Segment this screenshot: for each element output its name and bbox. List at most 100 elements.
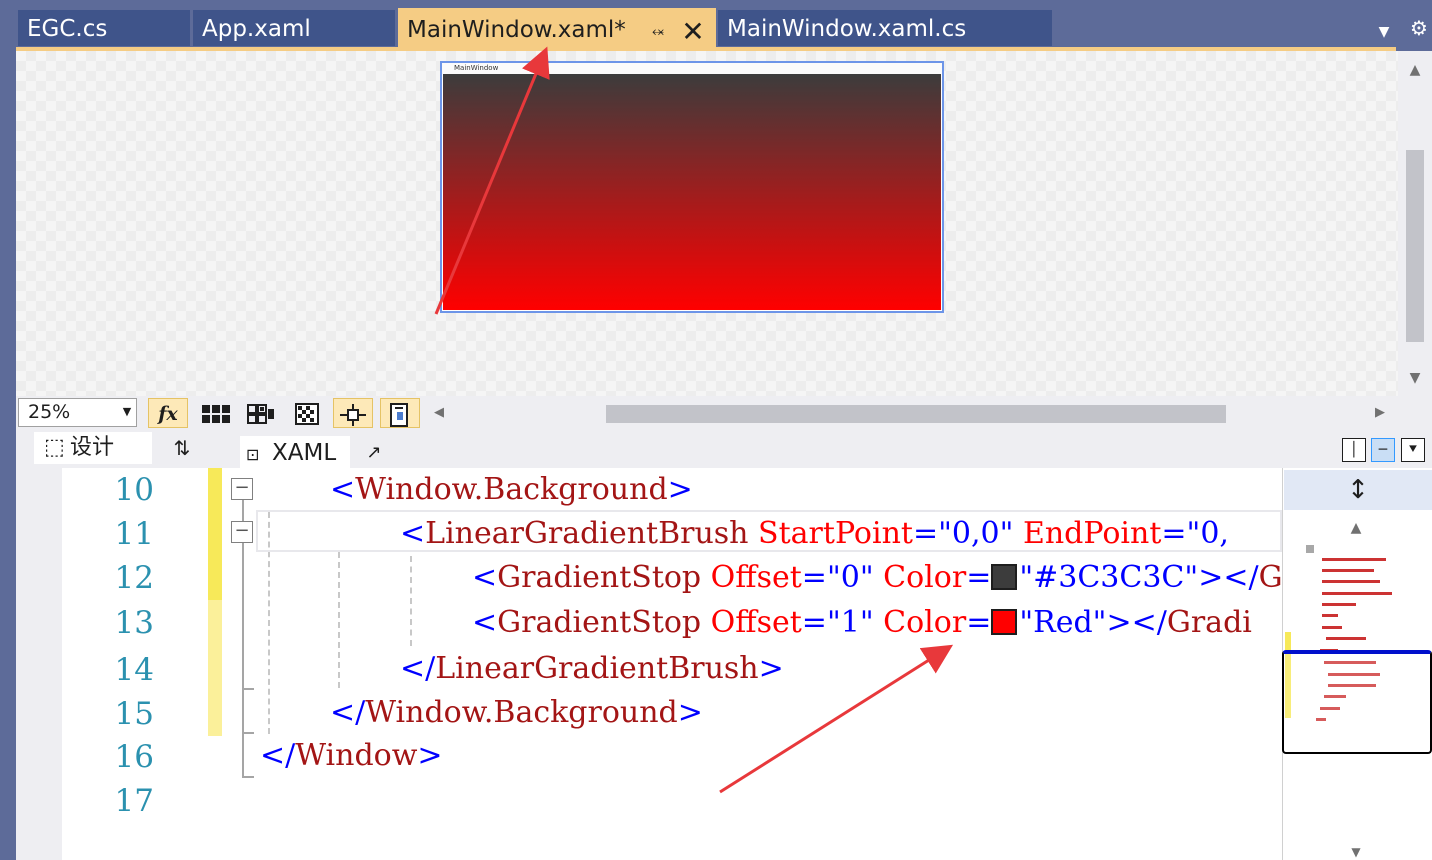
tab-mainwindow-xaml-cs[interactable]: MainWindow.xaml.cs [718, 10, 1052, 46]
pin-icon[interactable]: ⬾ [648, 19, 668, 43]
outline-end-tick [242, 776, 254, 778]
scroll-down-icon[interactable]: ▼ [1344, 845, 1368, 859]
tab-app-xaml[interactable]: App.xaml [193, 10, 395, 46]
collapse-icon[interactable]: − [231, 521, 253, 543]
minimap-marker [1306, 545, 1314, 553]
line-number: 12 [114, 560, 154, 596]
scroll-up-icon[interactable]: ▲ [1404, 60, 1426, 80]
attribute-value: "0" [826, 560, 874, 595]
element-name: Window [295, 738, 418, 773]
bracket: ></ [1106, 605, 1167, 640]
outline-end-tick [242, 688, 254, 690]
equals: = [1161, 516, 1187, 551]
scroll-down-icon[interactable]: ▼ [1404, 368, 1426, 388]
swap-panes-icon[interactable]: ⇅ [168, 434, 196, 462]
equals: = [912, 516, 939, 551]
preview-window-titlebar [442, 63, 942, 74]
attribute-value: "0, [1186, 516, 1229, 551]
attribute-name: StartPoint [748, 516, 913, 551]
changed-lines-marker [208, 468, 222, 600]
attribute-name: Offset [701, 605, 802, 640]
close-icon[interactable]: ✕ [680, 18, 706, 46]
scroll-left-icon[interactable]: ◀ [432, 403, 446, 423]
bracket: > [677, 695, 703, 730]
artboard-icon[interactable] [287, 398, 327, 428]
bracket: </ [400, 651, 436, 686]
preview-window-gradient-background [443, 74, 941, 310]
bracket: < [330, 472, 356, 507]
bracket: > [667, 472, 693, 507]
minimap-line [1322, 580, 1380, 583]
collapse-icon[interactable]: − [231, 478, 253, 500]
minimap-line [1322, 592, 1392, 595]
scroll-up-icon[interactable]: ▲ [1344, 518, 1368, 538]
tab-label: App.xaml [202, 16, 311, 42]
tab-egc-cs[interactable]: EGC.cs [18, 10, 190, 46]
designer-horizontal-scroll-thumb[interactable] [606, 405, 1226, 423]
color-swatch[interactable] [991, 564, 1018, 590]
design-view-icon: ⬚ [44, 435, 65, 460]
element-name: Window.Background [355, 472, 668, 507]
bracket: </ [330, 695, 366, 730]
split-handle-icon[interactable]: ↕ [1284, 470, 1432, 510]
tab-overflow-dropdown-icon[interactable]: ▼ [1374, 22, 1394, 42]
gear-icon[interactable]: ⚙ [1408, 16, 1430, 40]
element-name: Gradi [1166, 605, 1252, 640]
outline-end-tick [242, 732, 254, 734]
attribute-name: EndPoint [1013, 516, 1162, 551]
tab-design[interactable]: ⬚ 设计 [34, 432, 152, 464]
minimap-line [1322, 569, 1374, 572]
tab-label: MainWindow.xaml* [407, 17, 626, 43]
equals: = [801, 560, 827, 595]
bracket: </ [262, 738, 296, 773]
grid-icon[interactable] [196, 398, 236, 428]
line-number: 14 [114, 652, 154, 688]
xaml-tab-label: XAML [272, 440, 337, 466]
device-icon[interactable] [380, 398, 420, 428]
element-name: GradientStop [497, 605, 702, 640]
line-number: 16 [114, 739, 154, 775]
horizontal-split-icon[interactable]: ─ [1371, 438, 1395, 462]
line-number: 13 [114, 605, 154, 641]
popout-icon[interactable]: ↗ [362, 441, 386, 465]
attribute-value: "0,0" [938, 516, 1014, 551]
minimap-viewport[interactable] [1282, 650, 1432, 754]
attribute-value: "Red" [1019, 605, 1107, 640]
code-line-16: </Window> [262, 734, 443, 778]
line-number: 11 [114, 516, 154, 552]
bracket: < [472, 560, 498, 595]
color-swatch[interactable] [991, 609, 1018, 635]
designer-vertical-scroll-thumb[interactable] [1406, 150, 1424, 342]
code-line-12: <GradientStop Offset="0" Color= "#3C3C3C"… [472, 556, 1282, 600]
zoom-value: 25% [28, 401, 71, 423]
equals: = [966, 560, 992, 595]
bracket: ></ [1198, 560, 1259, 595]
code-line-10: <Window.Background> [330, 468, 693, 512]
vertical-split-icon[interactable]: │ [1342, 438, 1366, 462]
minimap-line [1322, 614, 1338, 617]
collapse-pane-icon[interactable]: ⯆ [1401, 438, 1425, 462]
element-name: LinearGradientBrush [425, 516, 749, 551]
fx-icon[interactable]: fx [148, 398, 188, 428]
tab-mainwindow-xaml[interactable]: MainWindow.xaml* [398, 8, 716, 50]
chevron-down-icon[interactable]: ▼ [120, 398, 134, 426]
snap-grid-icon[interactable] [241, 398, 281, 428]
bracket: > [417, 738, 443, 773]
code-line-15: </Window.Background> [330, 691, 703, 735]
xaml-view-icon: ⊡ [246, 445, 260, 464]
element-name: LinearGradientBrush [435, 651, 759, 686]
minimap-line [1322, 626, 1342, 629]
code-area[interactable]: <Window.Background> <LinearGradientBrush… [262, 468, 1282, 860]
attribute-name: Offset [701, 560, 802, 595]
tab-label: MainWindow.xaml.cs [727, 16, 967, 42]
element-name: G [1258, 560, 1282, 595]
minimap-line [1322, 603, 1356, 606]
minimap-line [1326, 637, 1366, 640]
minimap-line [1322, 558, 1386, 561]
tab-xaml[interactable]: ⊡ XAML [240, 436, 350, 468]
line-number: 15 [114, 696, 154, 732]
editor-left-margin [16, 468, 62, 860]
scroll-right-icon[interactable]: ▶ [1373, 403, 1387, 423]
tab-label: EGC.cs [27, 16, 108, 42]
snap-lines-icon[interactable] [333, 398, 373, 428]
